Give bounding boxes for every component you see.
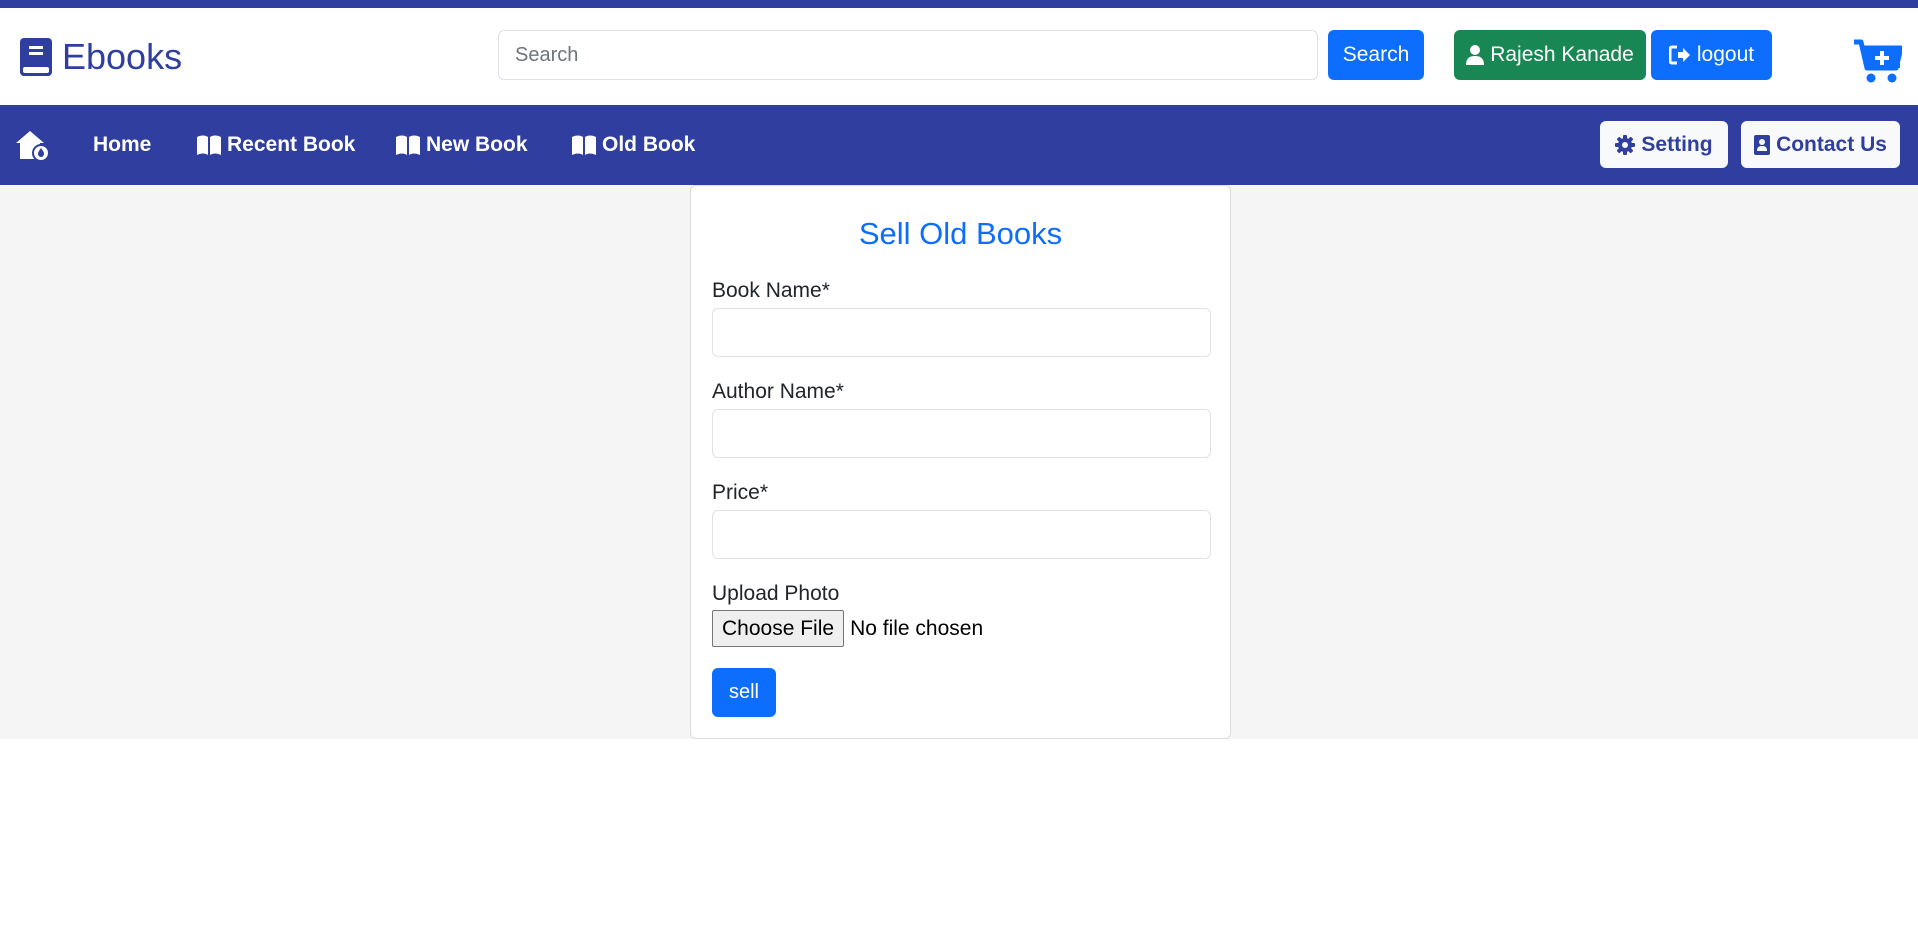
open-book-icon [197, 135, 221, 155]
sell-book-card: Sell Old Books Book Name* Author Name* P… [690, 185, 1231, 739]
address-book-icon [1754, 134, 1771, 155]
logout-label: logout [1696, 43, 1755, 66]
book-name-input[interactable] [712, 308, 1211, 357]
nav-new-book-label: New Book [426, 133, 528, 156]
nav-new-book[interactable]: New Book [396, 105, 528, 185]
price-input[interactable] [712, 510, 1211, 559]
contact-us-button[interactable]: Contact Us [1741, 121, 1900, 168]
sign-out-icon [1668, 45, 1690, 65]
brand-name: Ebooks [62, 36, 183, 77]
top-accent-strip [0, 0, 1918, 8]
header: Ebooks Search Rajesh Kanade logout [0, 8, 1918, 105]
main-navbar: Home Recent Book New Book Old Book Setti… [0, 105, 1918, 185]
nav-home-label: Home [93, 133, 152, 156]
nav-old-book[interactable]: Old Book [572, 105, 695, 185]
file-status: No file chosen [850, 616, 984, 640]
book-name-label: Book Name* [712, 279, 830, 302]
choose-file-button[interactable]: Choose File [712, 610, 845, 647]
author-name-input[interactable] [712, 409, 1211, 458]
search-button[interactable]: Search [1328, 30, 1424, 80]
house-icon[interactable] [14, 129, 50, 161]
sell-button[interactable]: sell [712, 668, 776, 717]
contact-us-label: Contact Us [1776, 132, 1887, 156]
book-icon [20, 38, 52, 76]
nav-recent-book[interactable]: Recent Book [197, 105, 355, 185]
open-book-icon [396, 135, 420, 155]
file-upload: Choose File No file chosen [712, 610, 983, 647]
logout-button[interactable]: logout [1651, 30, 1772, 80]
nav-home[interactable]: Home [93, 105, 151, 185]
price-label: Price* [712, 481, 769, 504]
setting-label: Setting [1641, 132, 1713, 156]
gear-icon [1615, 134, 1636, 155]
upload-photo-label: Upload Photo [712, 582, 840, 605]
author-name-label: Author Name* [712, 380, 844, 403]
setting-button[interactable]: Setting [1600, 121, 1728, 168]
search-button-label: Search [1342, 43, 1410, 66]
cart-plus-icon[interactable] [1852, 38, 1902, 84]
open-book-icon [572, 135, 596, 155]
page-title: Sell Old Books [858, 216, 1063, 251]
nav-recent-book-label: Recent Book [227, 133, 356, 156]
sell-button-label: sell [728, 681, 759, 703]
user-profile-button[interactable]: Rajesh Kanade [1454, 30, 1646, 80]
user-icon [1466, 45, 1485, 65]
brand-logo[interactable]: Ebooks [20, 36, 182, 78]
user-name: Rajesh Kanade [1490, 43, 1634, 66]
search-input[interactable] [498, 30, 1318, 80]
nav-old-book-label: Old Book [602, 133, 696, 156]
